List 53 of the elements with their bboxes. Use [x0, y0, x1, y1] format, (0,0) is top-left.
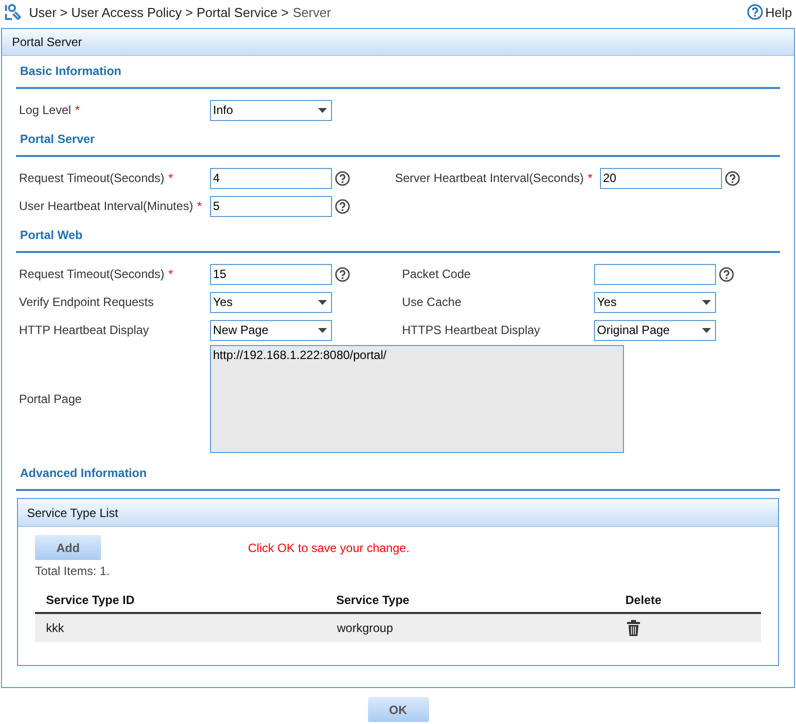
dropdown[interactable]: Info	[210, 100, 332, 120]
column-header: Service Type	[335, 593, 410, 607]
field-label: Packet Code	[402, 267, 472, 281]
help-icon[interactable]	[335, 170, 350, 186]
table-cell-text: kkk	[45, 621, 65, 635]
input-field[interactable]: 5	[210, 196, 332, 216]
field-label: HTTPS Heartbeat Display	[402, 323, 542, 337]
section-title: Portal Web	[16, 220, 780, 253]
help-icon[interactable]	[725, 170, 740, 186]
section-title: Portal Server	[16, 124, 780, 157]
panel-title: Portal Server	[2, 29, 794, 56]
column-header: Delete	[624, 593, 662, 607]
trash-icon[interactable]	[627, 620, 640, 636]
field-label: Request Timeout(Seconds) *	[19, 171, 174, 185]
table-cell-text: workgroup	[336, 621, 394, 635]
field-label: HTTP Heartbeat Display	[19, 323, 150, 337]
caret-icon	[318, 108, 327, 112]
input-field[interactable]	[594, 264, 716, 284]
field-label: Server Heartbeat Interval(Seconds) *	[395, 171, 594, 185]
total-items: Total Items: 1.	[35, 564, 111, 578]
field-label: Log Level *	[19, 103, 81, 117]
help-icon[interactable]	[719, 266, 734, 282]
input-field[interactable]: 15	[210, 264, 332, 284]
dropdown[interactable]: Original Page	[594, 320, 716, 340]
save-message: Click OK to save your change.	[248, 540, 410, 554]
field-label: Verify Endpoint Requests	[19, 295, 155, 309]
help-icon[interactable]	[747, 4, 764, 20]
help-link[interactable]: Help	[747, 4, 792, 20]
dropdown[interactable]: Yes	[594, 292, 716, 312]
breadcrumb-current: Server	[292, 4, 332, 20]
help-icon[interactable]	[335, 198, 350, 214]
input-field[interactable]: 4	[210, 168, 332, 188]
ok-button[interactable]: OK	[368, 697, 428, 722]
field-label: Use Cache	[402, 295, 462, 309]
caret-icon	[318, 328, 327, 332]
field-label: User Heartbeat Interval(Minutes) *	[19, 199, 203, 213]
dropdown[interactable]: Yes	[210, 292, 332, 312]
dropdown[interactable]: New Page	[210, 320, 332, 340]
column-header: Service Type ID	[45, 593, 136, 607]
tools-icon	[4, 4, 21, 20]
section-title: Basic Information	[16, 56, 780, 89]
section-title: Advanced Information	[16, 458, 780, 491]
panel-title: Service Type List	[18, 499, 778, 527]
caret-icon	[702, 300, 711, 304]
field-label: Portal Page	[19, 392, 83, 406]
help-icon[interactable]	[335, 266, 350, 282]
caret-icon	[702, 328, 711, 332]
text-area[interactable]: http://192.168.1.222:8080/portal/	[210, 345, 624, 453]
field-label: Request Timeout(Seconds) *	[19, 267, 174, 281]
breadcrumb: User > User Access Policy > Portal Service >	[29, 4, 289, 20]
input-field[interactable]: 20	[600, 168, 722, 188]
add-button[interactable]: Add	[35, 535, 101, 560]
caret-icon	[318, 300, 327, 304]
